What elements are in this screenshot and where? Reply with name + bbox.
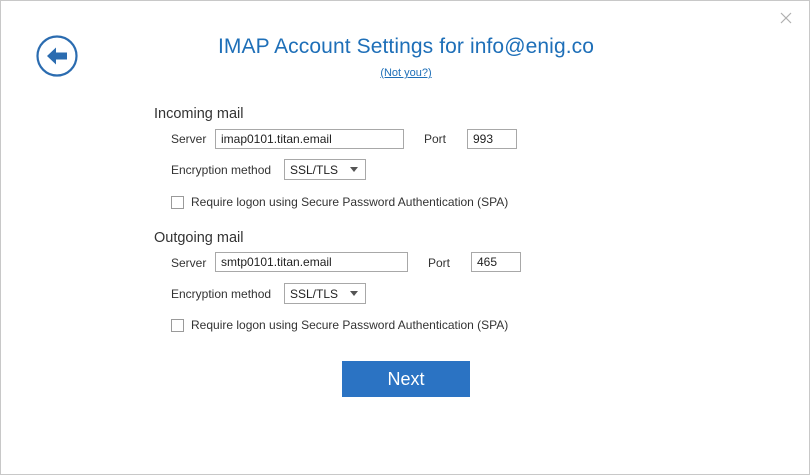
incoming-server-input[interactable]: imap0101.titan.email bbox=[215, 129, 404, 149]
close-button[interactable] bbox=[775, 7, 797, 29]
outgoing-port-label: Port bbox=[428, 256, 451, 270]
not-you-link[interactable]: (Not you?) bbox=[380, 67, 431, 79]
incoming-encryption-select[interactable]: SSL/TLS bbox=[284, 159, 366, 180]
outgoing-mail-heading: Outgoing mail bbox=[154, 230, 244, 246]
next-button[interactable]: Next bbox=[342, 361, 470, 397]
outgoing-server-input[interactable]: smtp0101.titan.email bbox=[215, 252, 408, 272]
incoming-spa-checkbox[interactable] bbox=[171, 195, 184, 209]
incoming-spa-label: Require logon using Secure Password Auth… bbox=[191, 195, 509, 209]
incoming-mail-heading: Incoming mail bbox=[154, 106, 244, 122]
outgoing-encryption-select[interactable]: SSL/TLS bbox=[284, 283, 366, 304]
dialog-title: IMAP Account Settings for info@enig.co bbox=[217, 35, 595, 58]
outgoing-encryption-value: SSL/TLS bbox=[290, 287, 339, 301]
incoming-encryption-label: Encryption method bbox=[171, 163, 272, 177]
incoming-port-input[interactable]: 993 bbox=[467, 129, 517, 149]
outgoing-port-input[interactable]: 465 bbox=[471, 252, 521, 272]
outgoing-encryption-label: Encryption method bbox=[171, 287, 272, 301]
incoming-server-label: Server bbox=[171, 132, 207, 146]
outgoing-spa-label: Require logon using Secure Password Auth… bbox=[191, 318, 509, 332]
incoming-port-label: Port bbox=[424, 132, 447, 146]
chevron-down-icon bbox=[350, 167, 358, 172]
dialog-window: IMAP Account Settings for info@enig.co (… bbox=[0, 0, 810, 475]
outgoing-spa-checkbox-row[interactable]: Require logon using Secure Password Auth… bbox=[171, 318, 508, 332]
outgoing-server-label: Server bbox=[171, 256, 207, 270]
not-you-row: (Not you?) bbox=[1, 67, 810, 79]
outgoing-spa-checkbox[interactable] bbox=[171, 318, 184, 332]
incoming-spa-checkbox-row[interactable]: Require logon using Secure Password Auth… bbox=[171, 195, 508, 209]
chevron-down-icon bbox=[350, 291, 358, 296]
incoming-encryption-value: SSL/TLS bbox=[290, 163, 339, 177]
close-icon bbox=[780, 12, 792, 24]
